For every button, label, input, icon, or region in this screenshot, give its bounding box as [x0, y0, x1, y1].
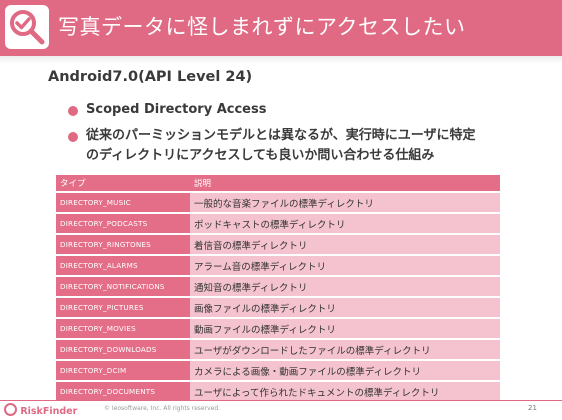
- header-shadow: [0, 56, 562, 64]
- table-row: DIRECTORY_PODCASTS ポッドキャストの標準ディレクトリ: [56, 214, 500, 233]
- description-cell: ユーザによって作られたドキュメントの標準ディレクトリ: [190, 382, 500, 401]
- description-cell: 動画ファイルの標準ディレクトリ: [190, 319, 500, 338]
- brand-logo-icon: [4, 403, 17, 416]
- copyright-text: © Ieosoftware, Inc. All rights reserved.: [104, 405, 221, 412]
- description-cell: 画像ファイルの標準ディレクトリ: [190, 298, 500, 317]
- bullet-text: Scoped Directory Access: [86, 102, 267, 117]
- brand-name: RiskFinder: [20, 406, 78, 417]
- description-cell: ポッドキャストの標準ディレクトリ: [190, 214, 500, 233]
- type-cell: DIRECTORY_ALARMS: [56, 256, 190, 275]
- column-header-description: 説明: [190, 175, 500, 191]
- column-header-type: タイプ: [56, 175, 190, 191]
- table-row: DIRECTORY_DCIM カメラによる画像・動画ファイルの標準ディレクトリ: [56, 361, 500, 380]
- bullet-icon: [68, 106, 78, 116]
- type-cell: DIRECTORY_MOVIES: [56, 319, 190, 338]
- bullet-text-line: のディレクトリにアクセスしても良いか問い合わせる仕組み: [86, 148, 435, 163]
- table-row: DIRECTORY_DOCUMENTS ユーザによって作られたドキュメントの標準…: [56, 382, 500, 401]
- magnifier-check-icon: [10, 10, 45, 45]
- table-row: DIRECTORY_NOTIFICATIONS 通知音の標準ディレクトリ: [56, 277, 500, 296]
- type-cell: DIRECTORY_DCIM: [56, 361, 190, 380]
- description-cell: 一般的な音楽ファイルの標準ディレクトリ: [190, 193, 500, 212]
- table-row: DIRECTORY_RINGTONES 着信音の標準ディレクトリ: [56, 235, 500, 254]
- table-header-row: タイプ 説明: [56, 175, 500, 191]
- bullet-text-line: 従来のパーミッションモデルとは異なるが、実行時にユーザに特定: [86, 128, 476, 143]
- directory-table: タイプ 説明 DIRECTORY_MUSIC 一般的な音楽ファイルの標準ディレク…: [56, 173, 500, 403]
- description-cell: カメラによる画像・動画ファイルの標準ディレクトリ: [190, 361, 500, 380]
- type-cell: DIRECTORY_DOWNLOADS: [56, 340, 190, 359]
- table-row: DIRECTORY_PICTURES 画像ファイルの標準ディレクトリ: [56, 298, 500, 317]
- section-subtitle: Android7.0(API Level 24): [48, 69, 253, 85]
- type-cell: DIRECTORY_PICTURES: [56, 298, 190, 317]
- type-cell: DIRECTORY_RINGTONES: [56, 235, 190, 254]
- table-row: DIRECTORY_DOWNLOADS ユーザがダウンロードしたファイルの標準デ…: [56, 340, 500, 359]
- type-cell: DIRECTORY_DOCUMENTS: [56, 382, 190, 401]
- page-number: 21: [528, 404, 537, 412]
- description-cell: 通知音の標準ディレクトリ: [190, 277, 500, 296]
- bullet-icon: [68, 132, 78, 142]
- type-cell: DIRECTORY_NOTIFICATIONS: [56, 277, 190, 296]
- table-row: DIRECTORY_MOVIES 動画ファイルの標準ディレクトリ: [56, 319, 500, 338]
- page-title: 写真データに怪しまれずにアクセスしたい: [58, 15, 466, 39]
- type-cell: DIRECTORY_MUSIC: [56, 193, 190, 212]
- footer-brand: RiskFinder: [4, 403, 77, 417]
- description-cell: 着信音の標準ディレクトリ: [190, 235, 500, 254]
- description-cell: アラーム音の標準ディレクトリ: [190, 256, 500, 275]
- table-row: DIRECTORY_MUSIC 一般的な音楽ファイルの標準ディレクトリ: [56, 193, 500, 212]
- table-row: DIRECTORY_ALARMS アラーム音の標準ディレクトリ: [56, 256, 500, 275]
- type-cell: DIRECTORY_PODCASTS: [56, 214, 190, 233]
- footer-divider: [0, 400, 562, 401]
- logo: [5, 5, 49, 49]
- slide-header: 写真データに怪しまれずにアクセスしたい: [0, 0, 562, 56]
- description-cell: ユーザがダウンロードしたファイルの標準ディレクトリ: [190, 340, 500, 359]
